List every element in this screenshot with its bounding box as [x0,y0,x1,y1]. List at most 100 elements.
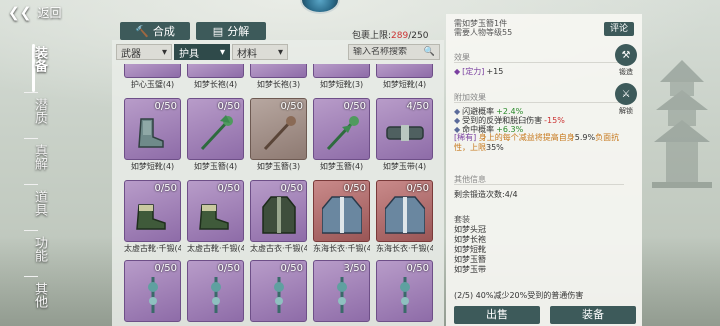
item-tile: 0/50 [376,180,433,242]
robe-icon [322,196,362,234]
detail-level-requirement: 需要人物等级55 [454,28,513,37]
filter-bar: 武器 ▾ 护具 ▾ 材料 ▾ [116,44,288,60]
search-icon[interactable]: 🔍 [424,47,435,57]
item-tile: 0/50 [124,180,181,242]
gem-icon: ◆ [454,67,461,76]
unlock-icon[interactable]: ⚔ [615,83,637,105]
inventory-item[interactable]: 如梦短靴(4) [376,64,433,92]
inventory-item[interactable]: 0/50 如梦短靴(4) [124,98,181,174]
section-divider [454,184,624,185]
capacity-indicator: 包裹上限:289/250 [352,31,429,41]
item-tile: 0/50 [124,98,181,160]
sell-button[interactable]: 出售 [454,306,540,324]
item-tile: 0/50 [124,260,181,322]
decompose-icon: ▤ [212,24,224,38]
set-bonus: (2/5) 40%减少20%受到的普通伤害 [454,291,584,300]
inventory-row: 0/50 如梦短靴(4) 0/50 如梦玉簪(4) 0/50 如梦玉簪(3) 0/50… [124,98,433,174]
inventory-item[interactable]: 如梦长袍(3) [250,64,307,92]
pendant-icon [337,277,347,313]
forge-remaining: 剩余锻造次数:4/4 [454,190,518,199]
pendant-icon [274,277,284,313]
robe-icon [385,196,425,234]
item-tile: 4/50 [376,98,433,160]
inventory-item[interactable]: 0/50 [376,260,433,326]
item-tile: 3/50 [313,260,370,322]
category-other[interactable]: 其他 [24,276,54,312]
chevron-down-icon: ▾ [219,46,225,58]
inventory-item[interactable]: 如梦长袍(4) [187,64,244,92]
inventory-item[interactable]: 护心玉璧(4) [124,64,181,92]
category-divider [24,184,38,185]
decompose-button[interactable]: ▤ 分解 [196,22,266,40]
category-functions[interactable]: 功能 [24,230,54,266]
item-tile: 0/50 [376,260,433,322]
inventory-item[interactable]: 0/50 太虚古靴·千锻(4) [187,180,244,256]
filter-weapon[interactable]: 武器 ▾ [116,44,172,60]
effect-attribute: ◆ [定力] +15 [454,67,504,76]
inventory-item[interactable]: 如梦短靴(3) [313,64,370,92]
category-items[interactable]: 道具 [24,184,54,220]
inventory-grid: 护心玉璧(4) 如梦长袍(4) 如梦长袍(3) 如梦短靴(3) 如梦短靴(4) … [124,64,434,326]
boots-icon [136,204,166,230]
set-item: 如梦玉带 [454,265,486,274]
boots-icon [199,204,229,230]
category-divider [24,92,38,93]
belt-icon [386,125,424,141]
hairpin-icon [263,116,296,151]
hairpin-icon [200,115,233,151]
inventory-item[interactable]: 0/50 太虚古靴·千锻(4) [124,180,181,256]
robe-icon [262,196,296,234]
item-tile [376,64,433,78]
item-tile: 0/50 [250,180,307,242]
detail-side-actions: ⚒ 锻造 ⚔ 解锁 [614,44,638,122]
pagoda-illustration [652,60,712,188]
inventory-screen: ❮❮ 返回 装备 潜质 真解 道具 功能 其他 🔨 合成 ▤ 分解 包裹上限:2… [0,0,720,326]
search-input[interactable] [353,47,423,57]
inventory-item[interactable]: 0/50 如梦玉簪(4) [187,98,244,174]
item-tile: 0/50 [187,180,244,242]
category-potential[interactable]: 潜质 [24,92,54,128]
compose-button[interactable]: 🔨 合成 [120,22,190,40]
category-divider [24,276,38,277]
item-detail-panel: 需如梦玉簪1件 需要人物等级55 评论 效果 ◆ [定力] +15 附加效果 ◆… [446,14,642,326]
item-tile: 0/50 [313,180,370,242]
pendant-icon [211,277,221,313]
item-tile: 0/50 [250,98,307,160]
review-button[interactable]: 评论 [604,22,634,36]
hairpin-icon [326,116,359,151]
item-tile [313,64,370,78]
boots-icon [138,118,164,148]
forge-icon[interactable]: ⚒ [615,44,637,66]
compose-icon: 🔨 [135,24,149,38]
inventory-item[interactable]: 3/50 [313,260,370,326]
item-tile [250,64,307,78]
inventory-item[interactable]: 0/50 [124,260,181,326]
inventory-item[interactable]: 0/50 [187,260,244,326]
inventory-item[interactable]: 0/50 如梦玉簪(3) [250,98,307,174]
inventory-row: 0/50 太虚古靴·千锻(4) 0/50 太虚古靴·千锻(4) 0/50 太虚古衣·千… [124,180,433,256]
pendant-icon [400,277,410,313]
special-attribute: [稀有] 身上的每个减益将提高自身5.9%负面抗性，上限35% [454,133,620,152]
item-tile: 0/50 [187,98,244,160]
item-tile [187,64,244,78]
search-box[interactable]: 🔍 [348,44,440,60]
category-sidebar: 装备 潜质 真解 道具 功能 其他 [24,40,54,326]
chevron-down-icon: ▾ [277,46,283,58]
inventory-item[interactable]: 0/50 如梦玉簪(4) [313,98,370,174]
inventory-row: 护心玉璧(4) 如梦长袍(4) 如梦长袍(3) 如梦短靴(3) 如梦短靴(4) [124,64,433,92]
category-true-solution[interactable]: 真解 [24,138,54,174]
category-equipment[interactable]: 装备 [24,46,54,76]
item-tile: 0/50 [250,260,307,322]
inventory-item[interactable]: 0/50 东海长衣·千锻(4) [376,180,433,256]
category-divider [24,230,38,231]
section-divider [454,62,624,63]
inventory-item[interactable]: 0/50 [250,260,307,326]
equip-button[interactable]: 装备 [550,306,636,324]
inventory-item[interactable]: 0/50 太虚古衣·千锻(4) [250,180,307,256]
category-divider [24,138,38,139]
filter-material[interactable]: 材料 ▾ [232,44,288,60]
filter-armor[interactable]: 护具 ▾ [174,44,230,60]
inventory-item[interactable]: 0/50 东海长衣·千锻(4) [313,180,370,256]
back-button[interactable]: ❮❮ 返回 [8,4,61,21]
inventory-item[interactable]: 4/50 如梦玉带(4) [376,98,433,174]
